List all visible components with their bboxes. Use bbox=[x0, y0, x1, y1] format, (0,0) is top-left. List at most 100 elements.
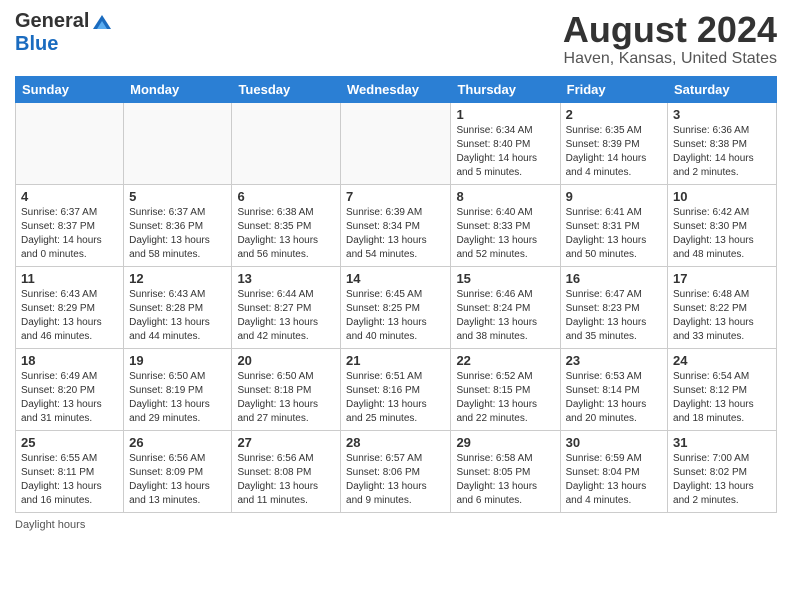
day-number: 24 bbox=[673, 353, 771, 368]
calendar-header-row: SundayMondayTuesdayWednesdayThursdayFrid… bbox=[16, 76, 777, 102]
calendar-day-cell: 25 Sunrise: 6:55 AM Sunset: 8:11 PM Dayli… bbox=[16, 430, 124, 512]
location-title: Haven, Kansas, United States bbox=[563, 50, 777, 68]
day-info: Sunrise: 6:39 AM Sunset: 8:34 PM Dayligh… bbox=[346, 206, 445, 262]
day-number: 13 bbox=[237, 271, 335, 286]
calendar-day-cell: 14 Sunrise: 6:45 AM Sunset: 8:25 PM Dayli… bbox=[341, 266, 451, 348]
day-number: 28 bbox=[346, 435, 445, 450]
day-info: Sunrise: 6:34 AM Sunset: 8:40 PM Dayligh… bbox=[456, 124, 554, 180]
calendar-day-cell bbox=[341, 102, 451, 184]
day-info: Sunrise: 6:50 AM Sunset: 8:19 PM Dayligh… bbox=[129, 370, 226, 426]
logo-blue-text: Blue bbox=[15, 33, 58, 56]
day-number: 8 bbox=[456, 189, 554, 204]
calendar-day-cell: 24 Sunrise: 6:54 AM Sunset: 8:12 PM Dayli… bbox=[668, 348, 777, 430]
day-of-week-header: Tuesday bbox=[232, 76, 341, 102]
calendar-day-cell: 1 Sunrise: 6:34 AM Sunset: 8:40 PM Daylig… bbox=[451, 102, 560, 184]
day-number: 15 bbox=[456, 271, 554, 286]
calendar-day-cell: 6 Sunrise: 6:38 AM Sunset: 8:35 PM Daylig… bbox=[232, 184, 341, 266]
calendar-day-cell: 13 Sunrise: 6:44 AM Sunset: 8:27 PM Dayli… bbox=[232, 266, 341, 348]
calendar-week-row: 25 Sunrise: 6:55 AM Sunset: 8:11 PM Dayli… bbox=[16, 430, 777, 512]
calendar-day-cell: 22 Sunrise: 6:52 AM Sunset: 8:15 PM Dayli… bbox=[451, 348, 560, 430]
day-number: 17 bbox=[673, 271, 771, 286]
day-info: Sunrise: 6:38 AM Sunset: 8:35 PM Dayligh… bbox=[237, 206, 335, 262]
month-title: August 2024 bbox=[563, 10, 777, 50]
day-number: 30 bbox=[566, 435, 662, 450]
day-number: 25 bbox=[21, 435, 118, 450]
calendar-day-cell: 26Sunrise: 6:56 AM Sunset: 8:09 PM Dayli… bbox=[124, 430, 232, 512]
calendar-day-cell: 15Sunrise: 6:46 AM Sunset: 8:24 PM Dayli… bbox=[451, 266, 560, 348]
day-info: Sunrise: 6:44 AM Sunset: 8:27 PM Dayligh… bbox=[237, 288, 335, 344]
calendar-day-cell: 2 Sunrise: 6:35 AM Sunset: 8:39 PM Daylig… bbox=[560, 102, 667, 184]
day-number: 20 bbox=[237, 353, 335, 368]
calendar-day-cell: 21 Sunrise: 6:51 AM Sunset: 8:16 PM Dayli… bbox=[341, 348, 451, 430]
day-info: Sunrise: 6:43 AM Sunset: 8:29 PM Dayligh… bbox=[21, 288, 118, 344]
title-area: August 2024 Haven, Kansas, United States bbox=[563, 10, 777, 68]
day-number: 2 bbox=[566, 107, 662, 122]
day-info: Sunrise: 6:51 AM Sunset: 8:16 PM Dayligh… bbox=[346, 370, 445, 426]
day-of-week-header: Thursday bbox=[451, 76, 560, 102]
day-info: Sunrise: 6:54 AM Sunset: 8:12 PM Dayligh… bbox=[673, 370, 771, 426]
day-info: Sunrise: 6:58 AM Sunset: 8:05 PM Dayligh… bbox=[456, 452, 554, 508]
day-number: 9 bbox=[566, 189, 662, 204]
calendar-week-row: 11Sunrise: 6:43 AM Sunset: 8:29 PM Dayli… bbox=[16, 266, 777, 348]
day-of-week-header: Sunday bbox=[16, 76, 124, 102]
day-info: Sunrise: 7:00 AM Sunset: 8:02 PM Dayligh… bbox=[673, 452, 771, 508]
calendar-day-cell: 27Sunrise: 6:56 AM Sunset: 8:08 PM Dayli… bbox=[232, 430, 341, 512]
calendar-day-cell: 11Sunrise: 6:43 AM Sunset: 8:29 PM Dayli… bbox=[16, 266, 124, 348]
day-info: Sunrise: 6:48 AM Sunset: 8:22 PM Dayligh… bbox=[673, 288, 771, 344]
calendar-day-cell: 10Sunrise: 6:42 AM Sunset: 8:30 PM Dayli… bbox=[668, 184, 777, 266]
day-info: Sunrise: 6:49 AM Sunset: 8:20 PM Dayligh… bbox=[21, 370, 118, 426]
calendar-day-cell: 28Sunrise: 6:57 AM Sunset: 8:06 PM Dayli… bbox=[341, 430, 451, 512]
day-number: 18 bbox=[21, 353, 118, 368]
calendar-day-cell: 29 Sunrise: 6:58 AM Sunset: 8:05 PM Dayli… bbox=[451, 430, 560, 512]
day-info: Sunrise: 6:37 AM Sunset: 8:37 PM Dayligh… bbox=[21, 206, 118, 262]
calendar-day-cell: 30 Sunrise: 6:59 AM Sunset: 8:04 PM Dayli… bbox=[560, 430, 667, 512]
day-info: Sunrise: 6:55 AM Sunset: 8:11 PM Dayligh… bbox=[21, 452, 118, 508]
day-number: 3 bbox=[673, 107, 771, 122]
day-number: 7 bbox=[346, 189, 445, 204]
calendar-week-row: 1 Sunrise: 6:34 AM Sunset: 8:40 PM Daylig… bbox=[16, 102, 777, 184]
day-info: Sunrise: 6:43 AM Sunset: 8:28 PM Dayligh… bbox=[129, 288, 226, 344]
day-number: 29 bbox=[456, 435, 554, 450]
calendar-day-cell bbox=[16, 102, 124, 184]
day-info: Sunrise: 6:35 AM Sunset: 8:39 PM Dayligh… bbox=[566, 124, 662, 180]
day-number: 22 bbox=[456, 353, 554, 368]
day-info: Sunrise: 6:45 AM Sunset: 8:25 PM Dayligh… bbox=[346, 288, 445, 344]
calendar: SundayMondayTuesdayWednesdayThursdayFrid… bbox=[15, 76, 777, 513]
day-number: 6 bbox=[237, 189, 335, 204]
calendar-day-cell: 16 Sunrise: 6:47 AM Sunset: 8:23 PM Dayli… bbox=[560, 266, 667, 348]
day-number: 21 bbox=[346, 353, 445, 368]
calendar-week-row: 4Sunrise: 6:37 AM Sunset: 8:37 PM Daylig… bbox=[16, 184, 777, 266]
calendar-day-cell: 17 Sunrise: 6:48 AM Sunset: 8:22 PM Dayli… bbox=[668, 266, 777, 348]
day-info: Sunrise: 6:50 AM Sunset: 8:18 PM Dayligh… bbox=[237, 370, 335, 426]
day-of-week-header: Wednesday bbox=[341, 76, 451, 102]
day-number: 10 bbox=[673, 189, 771, 204]
day-number: 12 bbox=[129, 271, 226, 286]
calendar-day-cell: 31Sunrise: 7:00 AM Sunset: 8:02 PM Dayli… bbox=[668, 430, 777, 512]
calendar-week-row: 18 Sunrise: 6:49 AM Sunset: 8:20 PM Dayli… bbox=[16, 348, 777, 430]
day-number: 16 bbox=[566, 271, 662, 286]
calendar-day-cell: 7 Sunrise: 6:39 AM Sunset: 8:34 PM Daylig… bbox=[341, 184, 451, 266]
logo-general-text: General bbox=[15, 10, 89, 33]
logo: General Blue bbox=[15, 10, 113, 56]
day-number: 19 bbox=[129, 353, 226, 368]
calendar-day-cell: 3Sunrise: 6:36 AM Sunset: 8:38 PM Daylig… bbox=[668, 102, 777, 184]
day-number: 23 bbox=[566, 353, 662, 368]
day-of-week-header: Monday bbox=[124, 76, 232, 102]
calendar-day-cell: 5Sunrise: 6:37 AM Sunset: 8:36 PM Daylig… bbox=[124, 184, 232, 266]
calendar-day-cell: 23 Sunrise: 6:53 AM Sunset: 8:14 PM Dayli… bbox=[560, 348, 667, 430]
day-of-week-header: Friday bbox=[560, 76, 667, 102]
day-number: 1 bbox=[456, 107, 554, 122]
day-info: Sunrise: 6:41 AM Sunset: 8:31 PM Dayligh… bbox=[566, 206, 662, 262]
calendar-day-cell: 19 Sunrise: 6:50 AM Sunset: 8:19 PM Dayli… bbox=[124, 348, 232, 430]
logo-icon bbox=[91, 11, 113, 33]
day-info: Sunrise: 6:52 AM Sunset: 8:15 PM Dayligh… bbox=[456, 370, 554, 426]
day-info: Sunrise: 6:59 AM Sunset: 8:04 PM Dayligh… bbox=[566, 452, 662, 508]
day-number: 14 bbox=[346, 271, 445, 286]
day-of-week-header: Saturday bbox=[668, 76, 777, 102]
day-number: 27 bbox=[237, 435, 335, 450]
day-info: Sunrise: 6:47 AM Sunset: 8:23 PM Dayligh… bbox=[566, 288, 662, 344]
calendar-day-cell: 18 Sunrise: 6:49 AM Sunset: 8:20 PM Dayli… bbox=[16, 348, 124, 430]
day-info: Sunrise: 6:53 AM Sunset: 8:14 PM Dayligh… bbox=[566, 370, 662, 426]
header: General Blue August 2024 Haven, Kansas, … bbox=[15, 10, 777, 68]
day-info: Sunrise: 6:40 AM Sunset: 8:33 PM Dayligh… bbox=[456, 206, 554, 262]
